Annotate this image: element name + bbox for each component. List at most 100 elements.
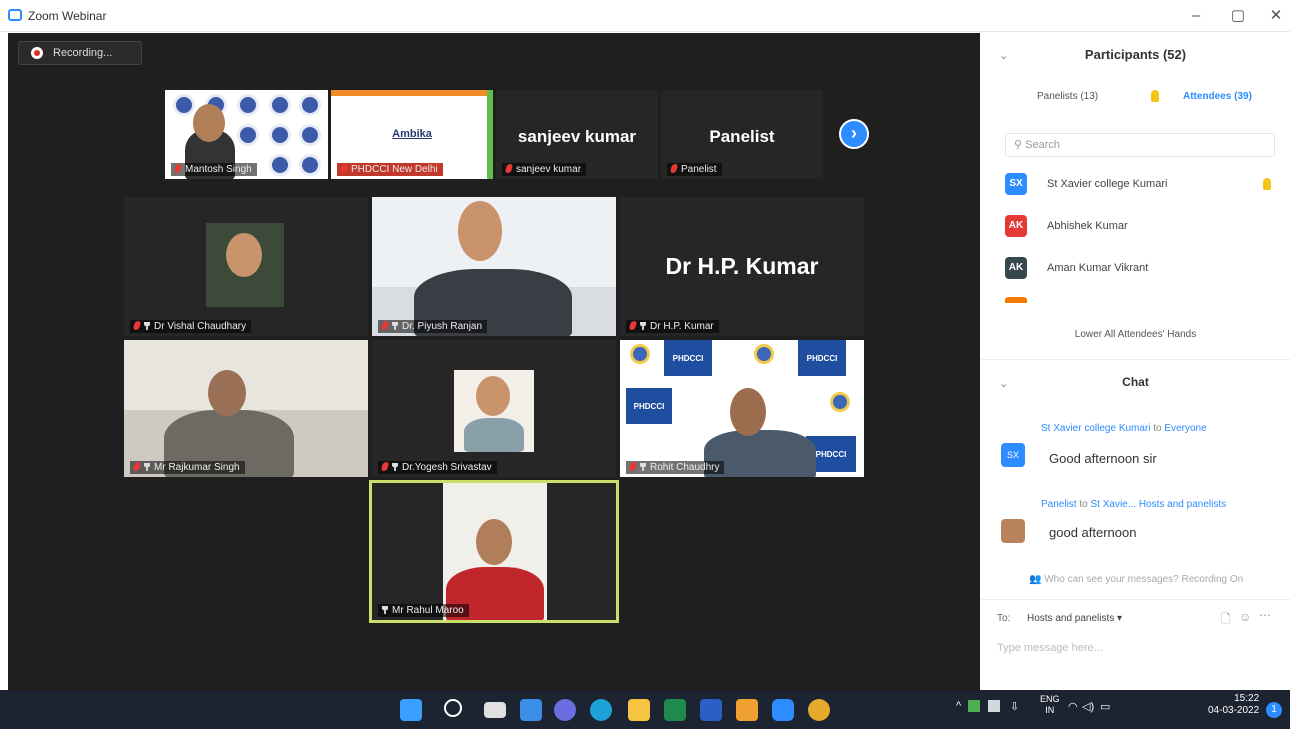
- start-icon[interactable]: [400, 699, 422, 721]
- battery-icon[interactable]: ▭: [1100, 700, 1110, 713]
- banner-text: PHDCCI: [815, 450, 847, 459]
- video-tile[interactable]: Dr H.P. Kumar Dr H.P. Kumar: [620, 197, 864, 336]
- video-tile[interactable]: Dr Vishal Chaudhary: [124, 197, 368, 336]
- file-explorer-icon[interactable]: [628, 699, 650, 721]
- logo-block: [820, 388, 860, 424]
- video-tile[interactable]: Mr Rajkumar Singh: [124, 340, 368, 477]
- avatar: AK: [1005, 257, 1027, 279]
- who-can-see-link[interactable]: 👥 Who can see your messages? Recording O…: [1029, 574, 1243, 585]
- chat-message-text: Good afternoon sir: [1049, 451, 1157, 466]
- task-view-icon[interactable]: [484, 702, 506, 718]
- logo-block: [744, 340, 784, 376]
- chat-input[interactable]: Type message here...: [997, 642, 1103, 654]
- taskbar: ^ ⇩ ENG IN ◠ ◁) ▭ 15:22 04-03-2022 1: [0, 690, 1290, 729]
- nameplate: Dr H.P. Kumar: [626, 320, 719, 333]
- muted-mic-icon: [380, 462, 390, 471]
- banner-block: PHDCCI: [664, 340, 712, 376]
- region-code: IN: [1045, 705, 1055, 715]
- nameplate: Mr Rajkumar Singh: [130, 461, 245, 474]
- participant-face: [208, 370, 246, 416]
- word-icon[interactable]: [700, 699, 722, 721]
- participant-display-name: Dr H.P. Kumar: [665, 252, 819, 279]
- tray-app-icon[interactable]: [968, 700, 980, 712]
- window-title: Zoom Webinar: [28, 9, 107, 23]
- notes-icon[interactable]: [736, 699, 758, 721]
- emoji-icon[interactable]: ☺: [1239, 610, 1251, 624]
- raised-hand-icon: [1151, 90, 1159, 102]
- excel-icon[interactable]: [664, 699, 686, 721]
- recording-indicator[interactable]: Recording...: [18, 41, 142, 65]
- chat-sender[interactable]: Panelist: [1041, 499, 1077, 510]
- tab-attendees[interactable]: Attendees (39): [1183, 91, 1252, 102]
- chat-message-text: good afternoon: [1049, 525, 1137, 540]
- next-page-button[interactable]: ›: [839, 119, 869, 149]
- participant-display-name: sanjeev kumar: [517, 127, 637, 147]
- video-tile[interactable]: PHDCCI PHDCCI PHDCCI PHDCCI Rohit Chaudh…: [620, 340, 864, 477]
- participant-name: Dr H.P. Kumar: [650, 321, 714, 332]
- participant-row[interactable]: AK Aman Kumar Vikrant: [1005, 255, 1275, 283]
- video-tile[interactable]: Dr.Yogesh Srivastav: [372, 340, 616, 477]
- participants-title: Participants (52): [1084, 47, 1187, 62]
- chat-recipient[interactable]: St Xavie... Hosts and panelists: [1090, 499, 1226, 510]
- participant-search-input[interactable]: ⚲ Search: [1005, 133, 1275, 157]
- avatar: SX: [1001, 443, 1025, 467]
- clock-time: 15:22: [1234, 693, 1260, 704]
- minimize-button[interactable]: –: [1182, 6, 1210, 26]
- active-speaker-tile[interactable]: Mr Rahul Maroo: [369, 480, 619, 623]
- chrome-icon[interactable]: [808, 699, 830, 721]
- nameplate: Rohit Chaudhry: [626, 461, 725, 474]
- chat-sender[interactable]: St Xavier college Kumari: [1041, 423, 1151, 434]
- to-label: To:: [997, 613, 1011, 624]
- participant-row[interactable]: AK Abhishek Kumar: [1005, 213, 1275, 241]
- chat-app-icon[interactable]: [554, 699, 576, 721]
- more-icon[interactable]: ⋯: [1259, 608, 1271, 622]
- notification-badge[interactable]: 1: [1266, 702, 1282, 718]
- tray-chevron-icon[interactable]: ^: [956, 700, 961, 712]
- video-tile[interactable]: Mantosh Singh: [165, 90, 328, 179]
- pin-icon: [144, 322, 150, 330]
- tab-panelists[interactable]: Panelists (13): [1037, 91, 1098, 102]
- chat-recipient[interactable]: Everyone: [1164, 423, 1206, 434]
- volume-icon[interactable]: ◁): [1082, 700, 1094, 713]
- zoom-taskbar-icon[interactable]: [772, 699, 794, 721]
- participant-name: Mantosh Singh: [185, 164, 252, 175]
- side-panel: ⌄ Participants (52) Panelists (13) Atten…: [981, 33, 1290, 690]
- video-tile[interactable]: Panelist Panelist: [661, 90, 823, 179]
- participant-face: [730, 388, 766, 436]
- participant-face: [226, 233, 262, 277]
- pin-icon: [640, 463, 646, 471]
- muted-mic-icon: [380, 321, 390, 330]
- chat-title: Chat: [1122, 375, 1149, 389]
- avatar-partial: [1005, 297, 1027, 303]
- lower-all-hands-button[interactable]: Lower All Attendees' Hands: [981, 329, 1290, 340]
- participant-shirt: [464, 418, 524, 452]
- close-button[interactable]: ✕: [1262, 6, 1290, 26]
- restore-button[interactable]: ▢: [1224, 6, 1252, 26]
- chat-to-word: to: [1079, 499, 1088, 510]
- banner-text: PHDCCI: [672, 354, 704, 363]
- usb-icon[interactable]: ⇩: [1010, 700, 1019, 713]
- participant-face: [476, 376, 510, 416]
- muted-mic-icon: [339, 164, 349, 173]
- nameplate: Mr Rahul Maroo: [378, 604, 469, 617]
- participant-name: Dr Vishal Chaudhary: [154, 321, 247, 332]
- muted-mic-icon: [132, 321, 142, 330]
- file-icon[interactable]: 🗋: [1221, 610, 1231, 631]
- participant-row[interactable]: SX St Xavier college Kumari: [1005, 171, 1275, 199]
- language-indicator[interactable]: ENG IN: [1040, 694, 1060, 716]
- wifi-icon[interactable]: ◠: [1068, 700, 1078, 713]
- recording-label: Recording...: [53, 47, 113, 59]
- video-tile[interactable]: sanjeev kumar sanjeev kumar: [496, 90, 658, 179]
- edge-icon[interactable]: [590, 699, 612, 721]
- search-icon[interactable]: [444, 699, 462, 717]
- clock[interactable]: 15:22 04-03-2022: [1208, 693, 1259, 717]
- widgets-icon[interactable]: [520, 699, 542, 721]
- recipient-dropdown[interactable]: Hosts and panelists ▾: [1027, 613, 1122, 624]
- video-tile[interactable]: Ambika PHDCCI New Delhi: [331, 90, 493, 179]
- participant-name: Mr Rajkumar Singh: [154, 462, 240, 473]
- tray-app-icon[interactable]: [988, 700, 1000, 712]
- video-tile[interactable]: Dr. Piyush Ranjan: [372, 197, 616, 336]
- chat-message-header: St Xavier college Kumari to Everyone: [1041, 423, 1207, 434]
- clock-date: 04-03-2022: [1208, 705, 1260, 716]
- participant-name: Mr Rahul Maroo: [392, 605, 464, 616]
